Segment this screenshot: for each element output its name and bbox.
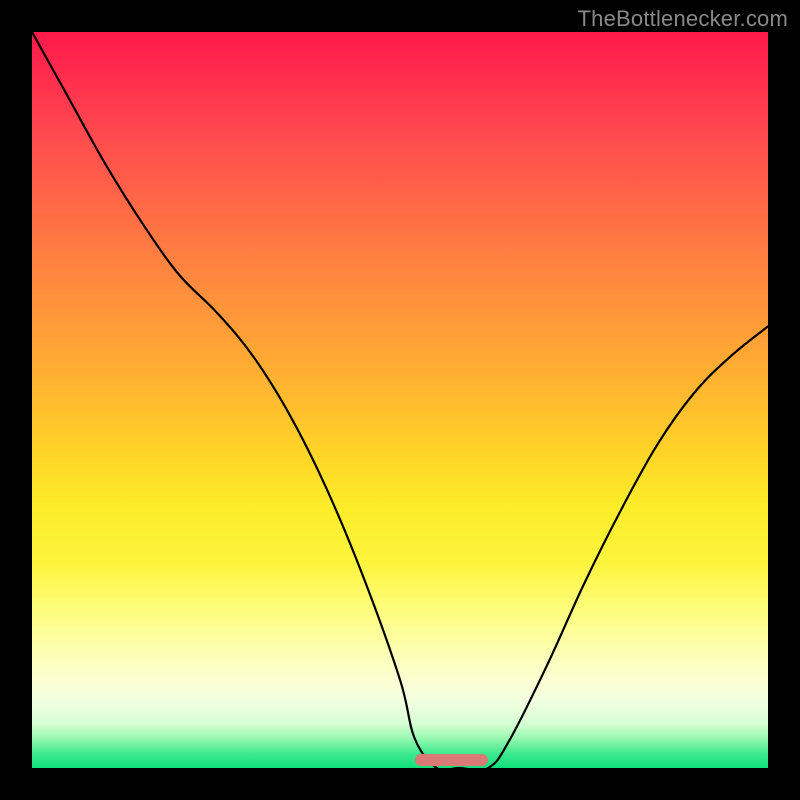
chart-frame: TheBottlenecker.com xyxy=(0,0,800,800)
plot-area xyxy=(32,32,768,768)
curve-path xyxy=(32,32,768,768)
bottleneck-curve xyxy=(32,32,768,768)
optimal-range-marker xyxy=(415,754,489,766)
watermark-text: TheBottlenecker.com xyxy=(578,6,788,32)
